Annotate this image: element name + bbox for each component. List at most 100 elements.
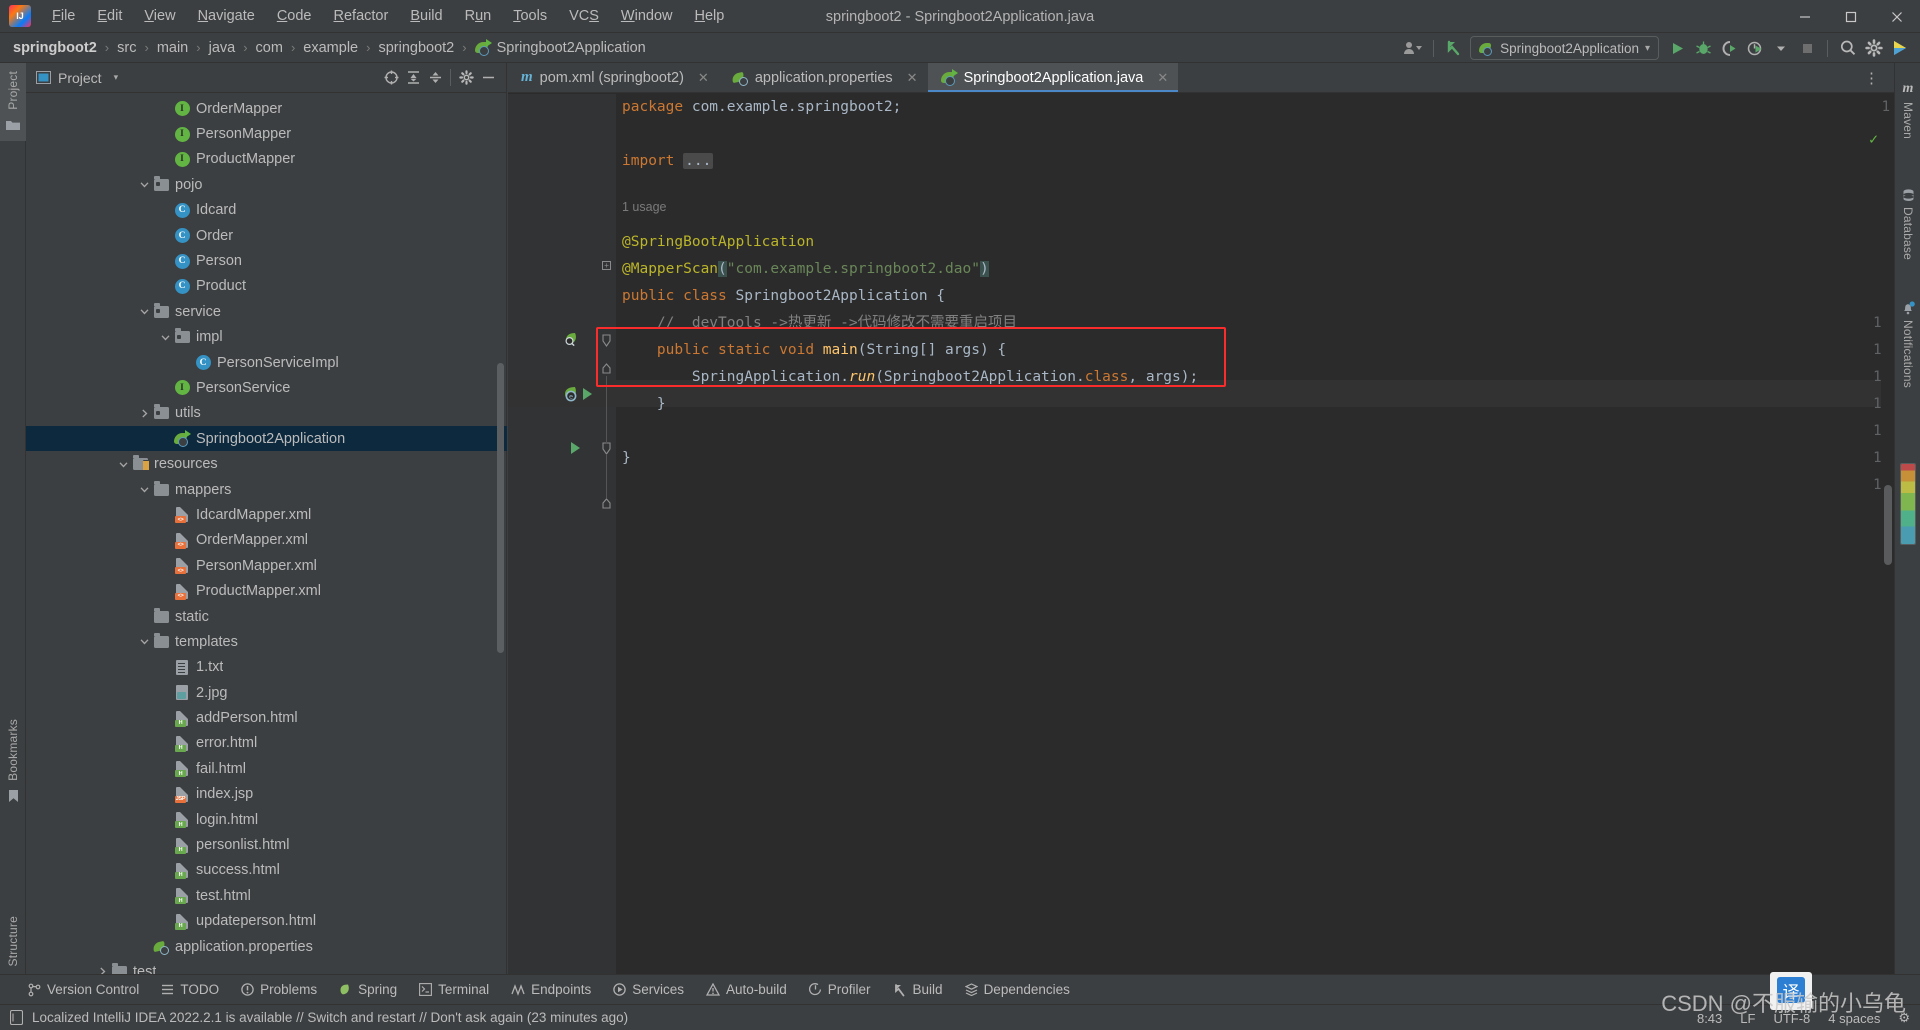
- tree-item-order[interactable]: C Order: [26, 223, 507, 248]
- chevron-down-icon[interactable]: [158, 333, 173, 342]
- tree-item-personservice[interactable]: I PersonService: [26, 375, 507, 400]
- run-button[interactable]: [1665, 36, 1689, 60]
- tree-item-personmapper[interactable]: I PersonMapper: [26, 121, 507, 146]
- tree-item-personserviceimpl[interactable]: C PersonServiceImpl: [26, 350, 507, 375]
- tree-item-person[interactable]: C Person: [26, 248, 507, 273]
- bottom-tab-services[interactable]: Services: [603, 979, 694, 1000]
- fold-method-end-icon[interactable]: [601, 498, 612, 510]
- tree-item-updateperson-html[interactable]: Hupdateperson.html: [26, 909, 507, 934]
- chevron-down-icon[interactable]: [116, 460, 131, 469]
- breadcrumb-item-springboot2[interactable]: springboot2: [13, 40, 97, 56]
- menu-item-file[interactable]: File: [41, 4, 86, 28]
- menu-item-edit[interactable]: Edit: [86, 4, 133, 28]
- tree-item-product[interactable]: C Product: [26, 274, 507, 299]
- sidebar-item-project[interactable]: Project: [0, 63, 26, 141]
- usage-hint[interactable]: 1 usage: [616, 194, 666, 221]
- caret-position[interactable]: 8:43: [1697, 1011, 1722, 1026]
- tree-item-ordermapper-xml[interactable]: <> OrderMapper.xml: [26, 528, 507, 553]
- tree-item-pojo[interactable]: pojo: [26, 172, 507, 197]
- user-account-icon[interactable]: [1400, 36, 1425, 60]
- editor-tab-springboot2application.java[interactable]: Springboot2Application.java ✕: [927, 63, 1179, 92]
- line-separator[interactable]: LF: [1740, 1011, 1755, 1026]
- chevron-down-icon[interactable]: [137, 485, 152, 494]
- tree-item-impl[interactable]: impl: [26, 325, 507, 350]
- bottom-tab-endpoints[interactable]: Endpoints: [501, 979, 601, 1000]
- indent-setting[interactable]: 4 spaces: [1828, 1011, 1880, 1026]
- debug-button[interactable]: [1691, 36, 1715, 60]
- editor-tab-pom.xml[interactable]: m pom.xml (springboot2) ✕: [508, 63, 719, 92]
- menu-item-tools[interactable]: Tools: [502, 4, 558, 28]
- tree-item-static[interactable]: static: [26, 604, 507, 629]
- project-tree[interactable]: I OrderMapper I PersonMapper I ProductMapper p…: [26, 93, 507, 974]
- tree-item-application-properties[interactable]: application.properties: [26, 934, 507, 959]
- tree-item-test[interactable]: test: [26, 959, 507, 974]
- stop-button[interactable]: [1795, 36, 1819, 60]
- close-button[interactable]: [1874, 0, 1920, 33]
- menu-item-refactor[interactable]: Refactor: [323, 4, 400, 28]
- code-analysis-minimap[interactable]: [1900, 463, 1916, 545]
- tree-item-springboot2application[interactable]: Springboot2Application: [26, 426, 507, 452]
- collapse-all-icon[interactable]: [424, 67, 446, 89]
- run-with-coverage-button[interactable]: [1717, 36, 1741, 60]
- tree-item-login-html[interactable]: Hlogin.html: [26, 807, 507, 832]
- tree-item-productmapper-xml[interactable]: <> ProductMapper.xml: [26, 578, 507, 603]
- file-encoding[interactable]: UTF-8: [1773, 1011, 1810, 1026]
- breadcrumb-item-main[interactable]: main: [157, 40, 188, 56]
- editor-scrollbar-thumb[interactable]: [1884, 485, 1892, 565]
- search-everywhere-button[interactable]: [1836, 36, 1860, 60]
- chevron-down-icon[interactable]: [1769, 36, 1793, 60]
- menu-item-view[interactable]: View: [133, 4, 186, 28]
- notification-event-log-icon[interactable]: [10, 1010, 23, 1025]
- tree-item-service[interactable]: service: [26, 299, 507, 324]
- tree-item-templates[interactable]: templates: [26, 629, 507, 654]
- maximize-button[interactable]: [1828, 0, 1874, 33]
- chevron-down-icon[interactable]: [137, 180, 152, 189]
- tree-item-index-jsp[interactable]: JSP index.jsp: [26, 782, 507, 807]
- close-icon[interactable]: ✕: [907, 70, 918, 86]
- status-message[interactable]: Localized IntelliJ IDEA 2022.2.1 is avai…: [32, 1010, 628, 1025]
- bottom-tab-terminal[interactable]: Terminal: [409, 979, 499, 1000]
- fold-region-end-icon[interactable]: [601, 363, 612, 375]
- chevron-right-icon[interactable]: [137, 409, 152, 418]
- chevron-down-icon[interactable]: ▾: [114, 72, 119, 83]
- editor-tab-application.properties[interactable]: application.properties ✕: [719, 63, 928, 92]
- close-icon[interactable]: ✕: [1157, 70, 1168, 86]
- menu-item-vcs[interactable]: VCS: [558, 4, 610, 28]
- bottom-tab-problems[interactable]: Problems: [231, 979, 327, 1000]
- run-main-gutter-icon[interactable]: [571, 442, 580, 454]
- more-tabs-icon[interactable]: ⋮: [1858, 69, 1886, 87]
- bottom-tab-spring[interactable]: Spring: [329, 979, 407, 1000]
- editor-fold-column[interactable]: [600, 94, 616, 974]
- bottom-tab-build[interactable]: Build: [883, 979, 953, 1000]
- chevron-down-icon[interactable]: [137, 637, 152, 646]
- tree-item-error-html[interactable]: Herror.html: [26, 731, 507, 756]
- tree-item-productmapper[interactable]: I ProductMapper: [26, 147, 507, 172]
- tree-item-idcardmapper-xml[interactable]: <> IdcardMapper.xml: [26, 502, 507, 527]
- inspection-status-icon[interactable]: ✓: [1869, 130, 1878, 148]
- menu-item-window[interactable]: Window: [610, 4, 684, 28]
- breadcrumb-item-springboot2application[interactable]: Springboot2Application: [474, 38, 646, 56]
- hide-panel-icon[interactable]: [477, 67, 499, 89]
- update-project-icon[interactable]: [1442, 36, 1468, 60]
- spring-bean-gutter-icon[interactable]: [564, 331, 581, 348]
- tree-item-personmapper-xml[interactable]: <> PersonMapper.xml: [26, 553, 507, 578]
- bottom-tab-todo[interactable]: TODO: [151, 979, 229, 1000]
- tree-item-success-html[interactable]: Hsuccess.html: [26, 858, 507, 883]
- bottom-tab-dependencies[interactable]: Dependencies: [955, 979, 1080, 1000]
- run-configuration-selector[interactable]: Springboot2Application ▾: [1470, 36, 1659, 60]
- fold-region-start-icon[interactable]: [601, 334, 612, 348]
- sidebar-item-notifications[interactable]: Notifications: [1895, 293, 1920, 396]
- tree-item-personlist-html[interactable]: Hpersonlist.html: [26, 832, 507, 857]
- tree-item-mappers[interactable]: mappers: [26, 477, 507, 502]
- breadcrumb-item-java[interactable]: java: [209, 40, 236, 56]
- tree-item-fail-html[interactable]: Hfail.html: [26, 756, 507, 781]
- menu-item-run[interactable]: Run: [454, 4, 503, 28]
- tree-item-utils[interactable]: utils: [26, 401, 507, 426]
- profiler-button[interactable]: [1743, 36, 1767, 60]
- sidebar-item-maven[interactable]: m Maven: [1895, 73, 1920, 147]
- bottom-tab-profiler[interactable]: Profiler: [799, 979, 881, 1000]
- menu-item-build[interactable]: Build: [399, 4, 453, 28]
- close-icon[interactable]: ✕: [698, 70, 709, 86]
- tree-item-1-txt[interactable]: 1.txt: [26, 655, 507, 680]
- code-editor[interactable]: 123678910111213141516 e: [508, 94, 1894, 974]
